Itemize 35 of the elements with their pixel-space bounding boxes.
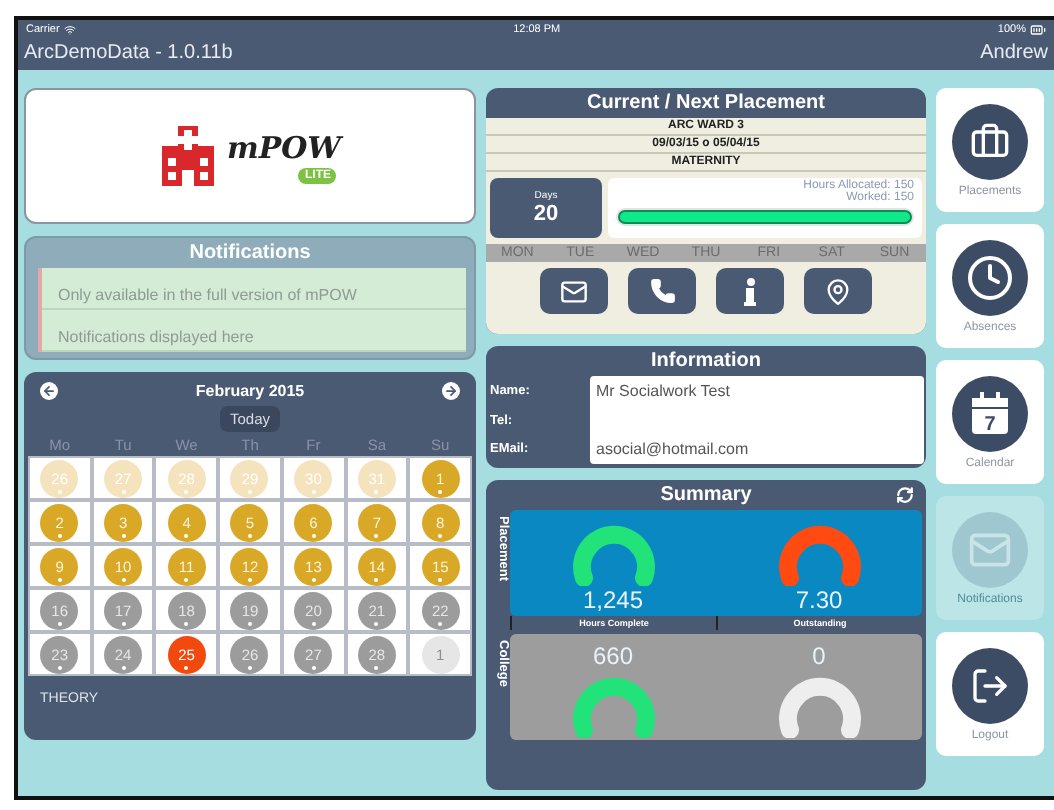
logo-name: mPOW — [226, 129, 342, 165]
field-value: Mr Socialwork Test — [596, 381, 730, 400]
notification-text: Notifications displayed here — [42, 310, 466, 352]
month-title: February 2015 — [195, 382, 305, 400]
gauge-value: 1,245 — [582, 586, 644, 615]
map-pin-icon — [824, 277, 852, 305]
envelope-icon — [560, 277, 588, 305]
mail-button[interactable] — [540, 268, 608, 314]
notification-text: Only available in the full version of mPOW — [42, 268, 466, 310]
phone-button[interactable] — [628, 268, 696, 314]
gauge-value: 0 — [812, 642, 826, 671]
gauge-value: 7.30 — [795, 586, 843, 615]
hospital-icon — [158, 122, 219, 190]
calendar-icon: 7 — [970, 391, 1010, 435]
previous-month-icon[interactable] — [40, 382, 58, 400]
battery-icon — [1030, 21, 1046, 37]
panel-title: Summary — [660, 482, 752, 511]
next-month-icon[interactable] — [441, 382, 460, 400]
clock-icon — [966, 253, 1014, 301]
panel-title: Notifications — [187, 240, 313, 268]
wifi-icon — [63, 23, 76, 35]
logout-icon — [970, 665, 1010, 705]
pin-button[interactable] — [804, 268, 872, 314]
days-count: 20 — [533, 202, 559, 226]
panel-title: Current / Next Placement — [585, 90, 827, 118]
app-title: ArcDemoData - 1.0.11b — [24, 41, 233, 63]
briefcase-icon — [970, 121, 1010, 161]
gauge-value: 660 — [592, 642, 634, 671]
refresh-icon[interactable] — [896, 486, 914, 505]
info-button[interactable] — [716, 268, 784, 314]
phone-icon — [649, 278, 675, 304]
field-value: asocial@hotmail.com — [596, 440, 749, 459]
info-icon — [744, 277, 756, 305]
user-name: Andrew — [980, 41, 1048, 63]
panel-title: Information — [649, 347, 763, 376]
